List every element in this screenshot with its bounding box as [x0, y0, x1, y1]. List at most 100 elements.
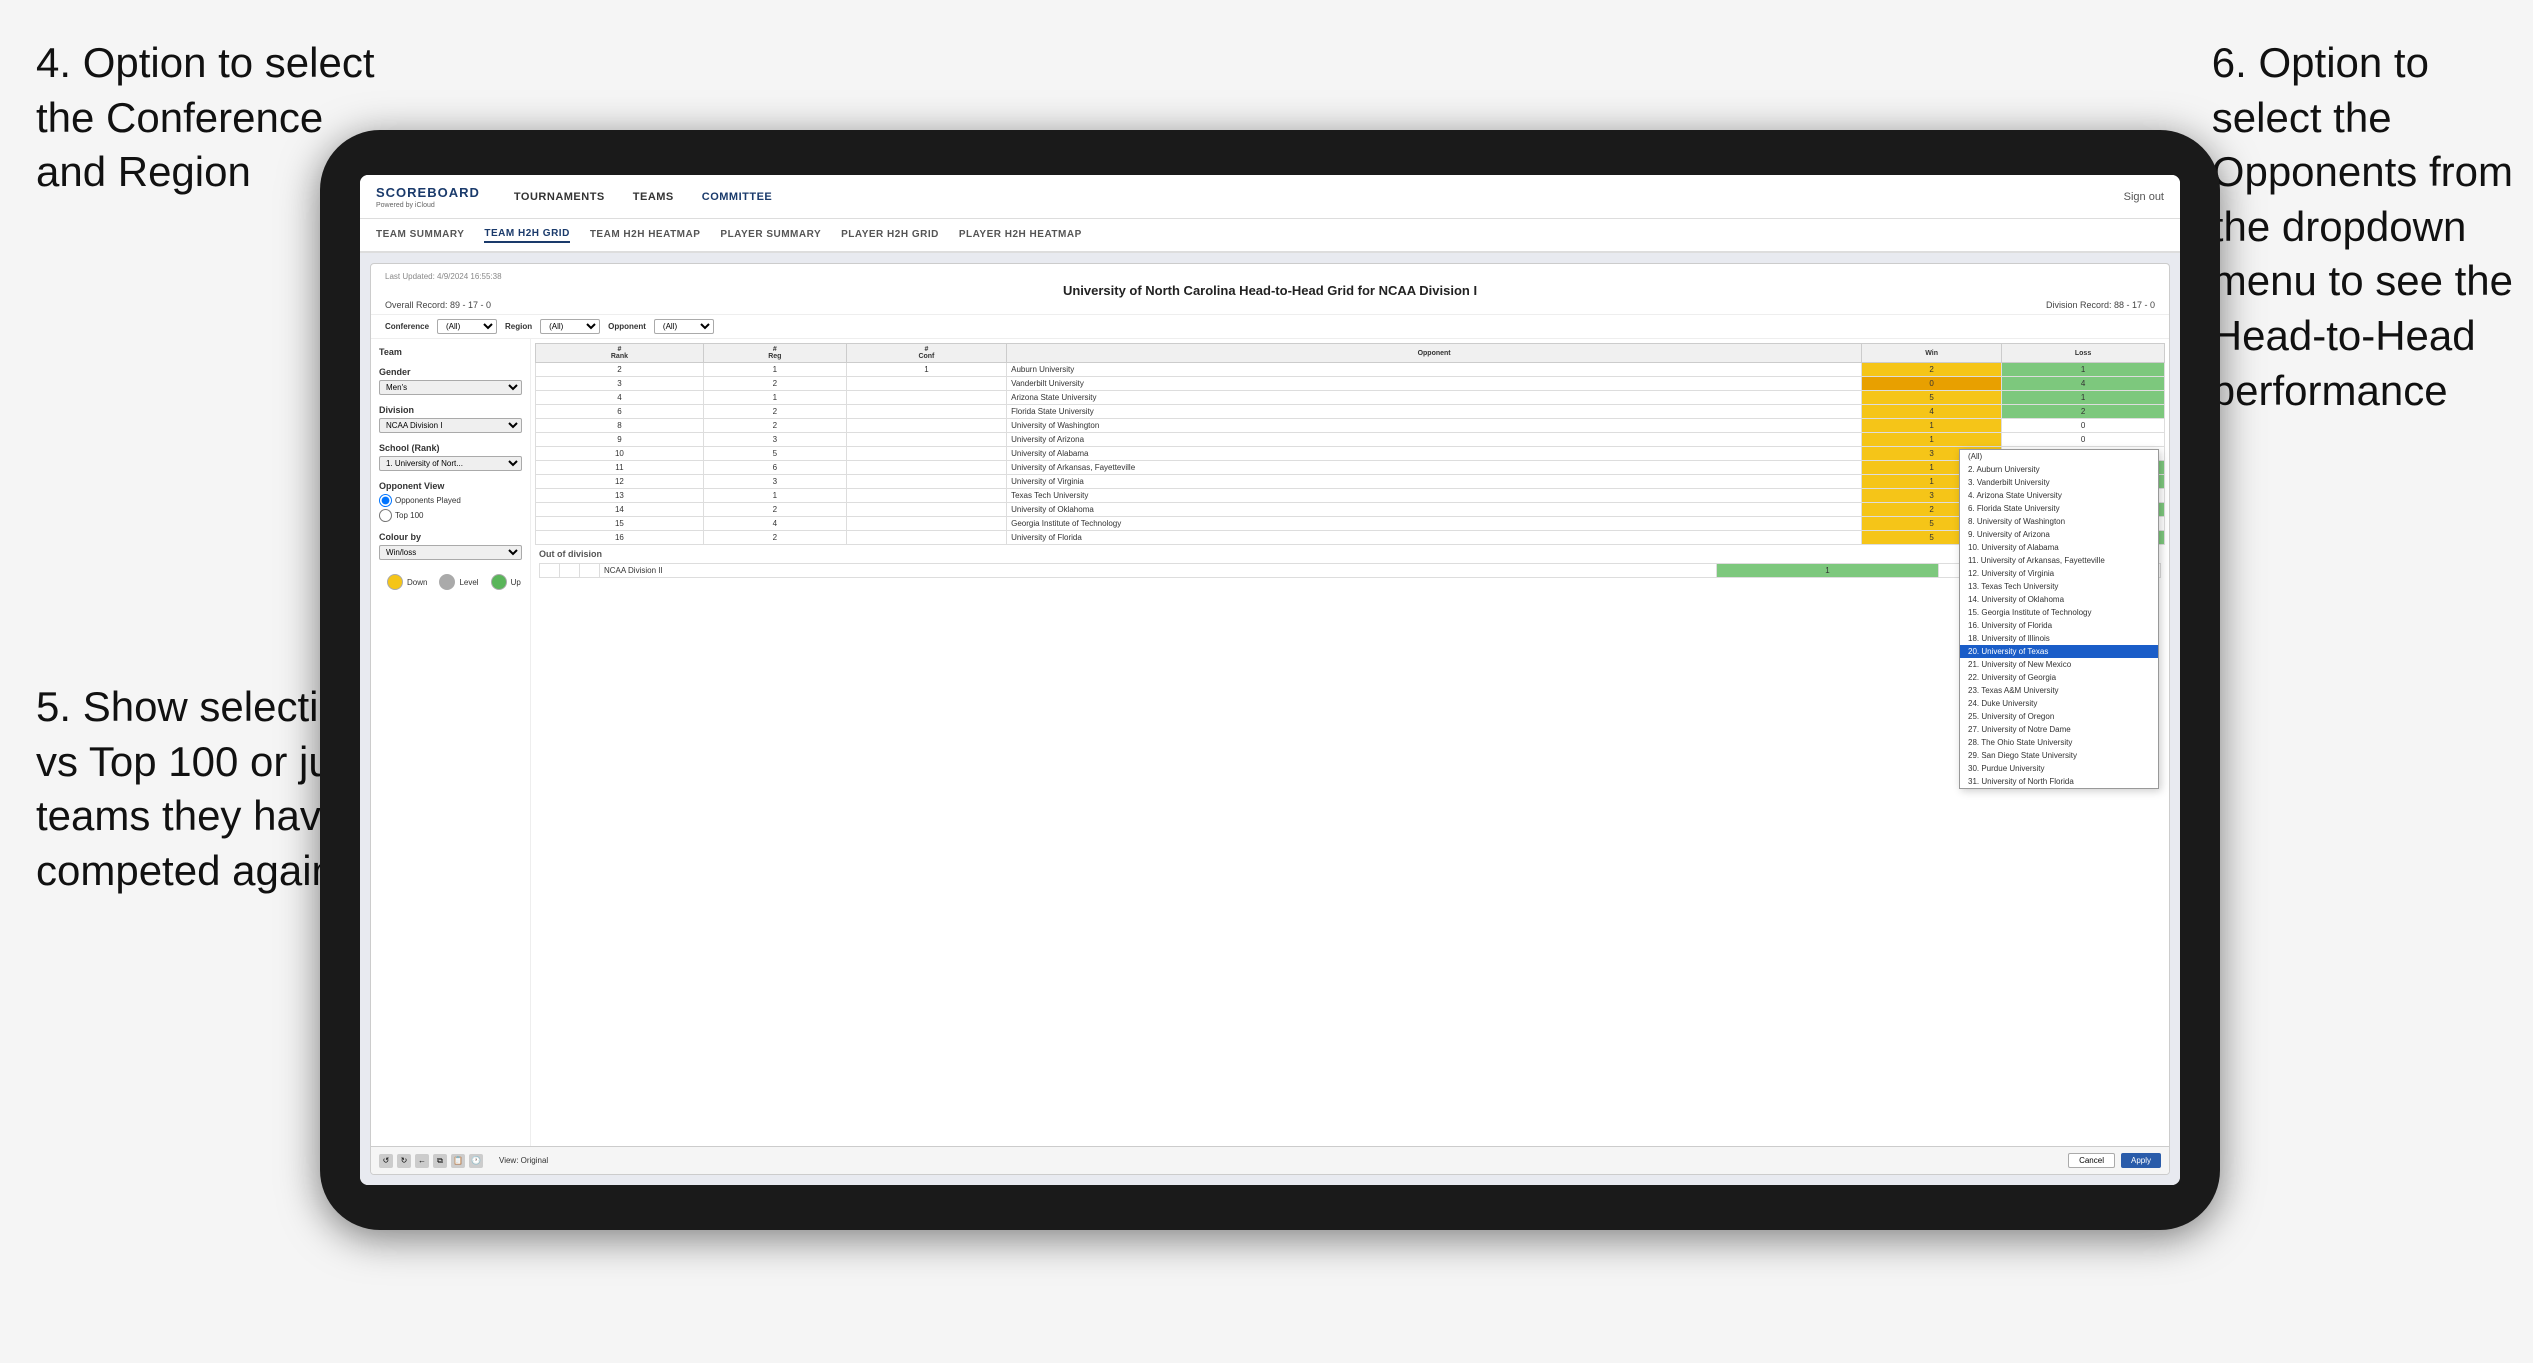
gender-select[interactable]: Men's [379, 380, 522, 395]
dropdown-item[interactable]: (All) [1960, 450, 2158, 463]
cell-reg: 1 [703, 391, 846, 405]
toolbar-copy-icon[interactable]: ⧉ [433, 1154, 447, 1168]
dropdown-item[interactable]: 2. Auburn University [1960, 463, 2158, 476]
dropdown-item[interactable]: 9. University of Arizona [1960, 528, 2158, 541]
subnav-team-h2h-grid[interactable]: TEAM H2H GRID [484, 228, 569, 243]
annotation-top-right: 6. Option to select the Opponents from t… [2212, 36, 2513, 418]
dropdown-item[interactable]: 22. University of Georgia [1960, 671, 2158, 684]
dropdown-item[interactable]: 27. University of Notre Dame [1960, 723, 2158, 736]
nav-signout[interactable]: Sign out [2124, 191, 2164, 203]
panel-meta: Last Updated: 4/9/2024 16:55:38 [385, 272, 2155, 281]
toolbar-back-icon[interactable]: ← [415, 1154, 429, 1168]
dropdown-item[interactable]: 29. San Diego State University [1960, 749, 2158, 762]
region-select[interactable]: (All) [540, 319, 600, 334]
dropdown-item[interactable]: 23. Texas A&M University [1960, 684, 2158, 697]
cell-reg: 4 [703, 517, 846, 531]
radio-opponents-played[interactable]: Opponents Played [379, 494, 522, 507]
out-of-division-section: Out of division NCAA Division II 1 [535, 545, 2165, 582]
subnav-player-h2h-heatmap[interactable]: PLAYER H2H HEATMAP [959, 229, 1082, 242]
sidebar-school-label: School (Rank) [379, 443, 522, 453]
annotation-bottom-left: 5. Show selection vs Top 100 or just tea… [36, 680, 368, 898]
cell-opponent: Vanderbilt University [1007, 377, 1862, 391]
legend-up-label: Up [511, 578, 521, 587]
dropdown-item[interactable]: 11. University of Arkansas, Fayetteville [1960, 554, 2158, 567]
cell-reg: 2 [703, 531, 846, 545]
sidebar-colour-section: Colour by Win/loss [379, 532, 522, 560]
colour-select[interactable]: Win/loss [379, 545, 522, 560]
dropdown-item[interactable]: 24. Duke University [1960, 697, 2158, 710]
dropdown-item[interactable]: 21. University of New Mexico [1960, 658, 2158, 671]
cell-win: 2 [1862, 363, 2002, 377]
cell-reg: 2 [703, 503, 846, 517]
dropdown-item[interactable]: 14. University of Oklahoma [1960, 593, 2158, 606]
radio-top-100[interactable]: Top 100 [379, 509, 522, 522]
subnav-player-h2h-grid[interactable]: PLAYER H2H GRID [841, 229, 939, 242]
cell-reg: 2 [703, 377, 846, 391]
cell-opponent: University of Oklahoma [1007, 503, 1862, 517]
dropdown-item[interactable]: 16. University of Florida [1960, 619, 2158, 632]
toolbar-clock-icon[interactable]: 🕐 [469, 1154, 483, 1168]
nav-tournaments[interactable]: TOURNAMENTS [514, 191, 605, 203]
conference-select[interactable]: (All) [437, 319, 497, 334]
cell-rank: 2 [536, 363, 704, 377]
toolbar-redo-icon[interactable]: ↻ [397, 1154, 411, 1168]
dropdown-item[interactable]: 15. Georgia Institute of Technology [1960, 606, 2158, 619]
filters-row: Conference (All) Region (All) Opponent (… [371, 315, 2169, 339]
nav-bar: SCOREBOARD Powered by iCloud TOURNAMENTS… [360, 175, 2180, 219]
nav-committee[interactable]: COMMITTEE [702, 191, 773, 203]
tablet-screen: SCOREBOARD Powered by iCloud TOURNAMENTS… [360, 175, 2180, 1185]
apply-button[interactable]: Apply [2121, 1153, 2161, 1168]
toolbar-right: Cancel Apply [2068, 1153, 2161, 1168]
cancel-button[interactable]: Cancel [2068, 1153, 2115, 1168]
cell-rank: 15 [536, 517, 704, 531]
legend-up-dot [491, 574, 507, 590]
dropdown-item[interactable]: 10. University of Alabama [1960, 541, 2158, 554]
out-division-table: NCAA Division II 1 0 [539, 563, 2161, 578]
sidebar-division-section: Division NCAA Division I [379, 405, 522, 433]
filter-conference-label: Conference [385, 322, 429, 331]
opponent-select[interactable]: (All) [654, 319, 714, 334]
overall-record: Overall Record: 89 - 17 - 0 [385, 300, 491, 310]
cell-rank: 10 [536, 447, 704, 461]
division-select[interactable]: NCAA Division I [379, 418, 522, 433]
school-select[interactable]: 1. University of Nort... [379, 456, 522, 471]
cell-rank: 14 [536, 503, 704, 517]
col-opponent: Opponent [1007, 344, 1862, 363]
legend-level-dot [439, 574, 455, 590]
cell-rank: 9 [536, 433, 704, 447]
subnav-team-h2h-heatmap[interactable]: TEAM H2H HEATMAP [590, 229, 701, 242]
dropdown-item[interactable]: 30. Purdue University [1960, 762, 2158, 775]
nav-teams[interactable]: TEAMS [633, 191, 674, 203]
dropdown-item[interactable]: 3. Vanderbilt University [1960, 476, 2158, 489]
dropdown-item[interactable]: 25. University of Oregon [1960, 710, 2158, 723]
dropdown-item[interactable]: 13. Texas Tech University [1960, 580, 2158, 593]
table-row: 14 2 University of Oklahoma 2 2 [536, 503, 2165, 517]
cell-conf [846, 517, 1006, 531]
col-win: Win [1862, 344, 2002, 363]
dropdown-item[interactable]: 18. University of Illinois [1960, 632, 2158, 645]
dropdown-item[interactable]: 6. Florida State University [1960, 502, 2158, 515]
toolbar-paste-icon[interactable]: 📋 [451, 1154, 465, 1168]
tablet: SCOREBOARD Powered by iCloud TOURNAMENTS… [320, 130, 2220, 1230]
cell-reg: 1 [703, 363, 846, 377]
dropdown-item[interactable]: 12. University of Virginia [1960, 567, 2158, 580]
grid-area: #Rank #Reg #Conf Opponent Win Loss 2 [531, 339, 2169, 1146]
filter-opponent-label: Opponent [608, 322, 646, 331]
cell-conf [846, 475, 1006, 489]
sidebar-opponent-view-label: Opponent View [379, 481, 522, 491]
cell-rank: 13 [536, 489, 704, 503]
legend-level-label: Level [459, 578, 478, 587]
toolbar-undo-icon[interactable]: ↺ [379, 1154, 393, 1168]
dropdown-item[interactable]: 20. University of Texas [1960, 645, 2158, 658]
dropdown-item[interactable]: 8. University of Washington [1960, 515, 2158, 528]
opponent-dropdown[interactable]: (All)2. Auburn University3. Vanderbilt U… [1959, 449, 2159, 789]
subnav-team-summary[interactable]: TEAM SUMMARY [376, 229, 464, 242]
cell-loss: 0 [2002, 419, 2165, 433]
cell-opponent: Texas Tech University [1007, 489, 1862, 503]
dropdown-item[interactable]: 28. The Ohio State University [1960, 736, 2158, 749]
subnav-player-summary[interactable]: PLAYER SUMMARY [720, 229, 821, 242]
out-div-name: NCAA Division II [600, 564, 1717, 578]
dropdown-item[interactable]: 4. Arizona State University [1960, 489, 2158, 502]
cell-conf [846, 405, 1006, 419]
dropdown-item[interactable]: 31. University of North Florida [1960, 775, 2158, 788]
